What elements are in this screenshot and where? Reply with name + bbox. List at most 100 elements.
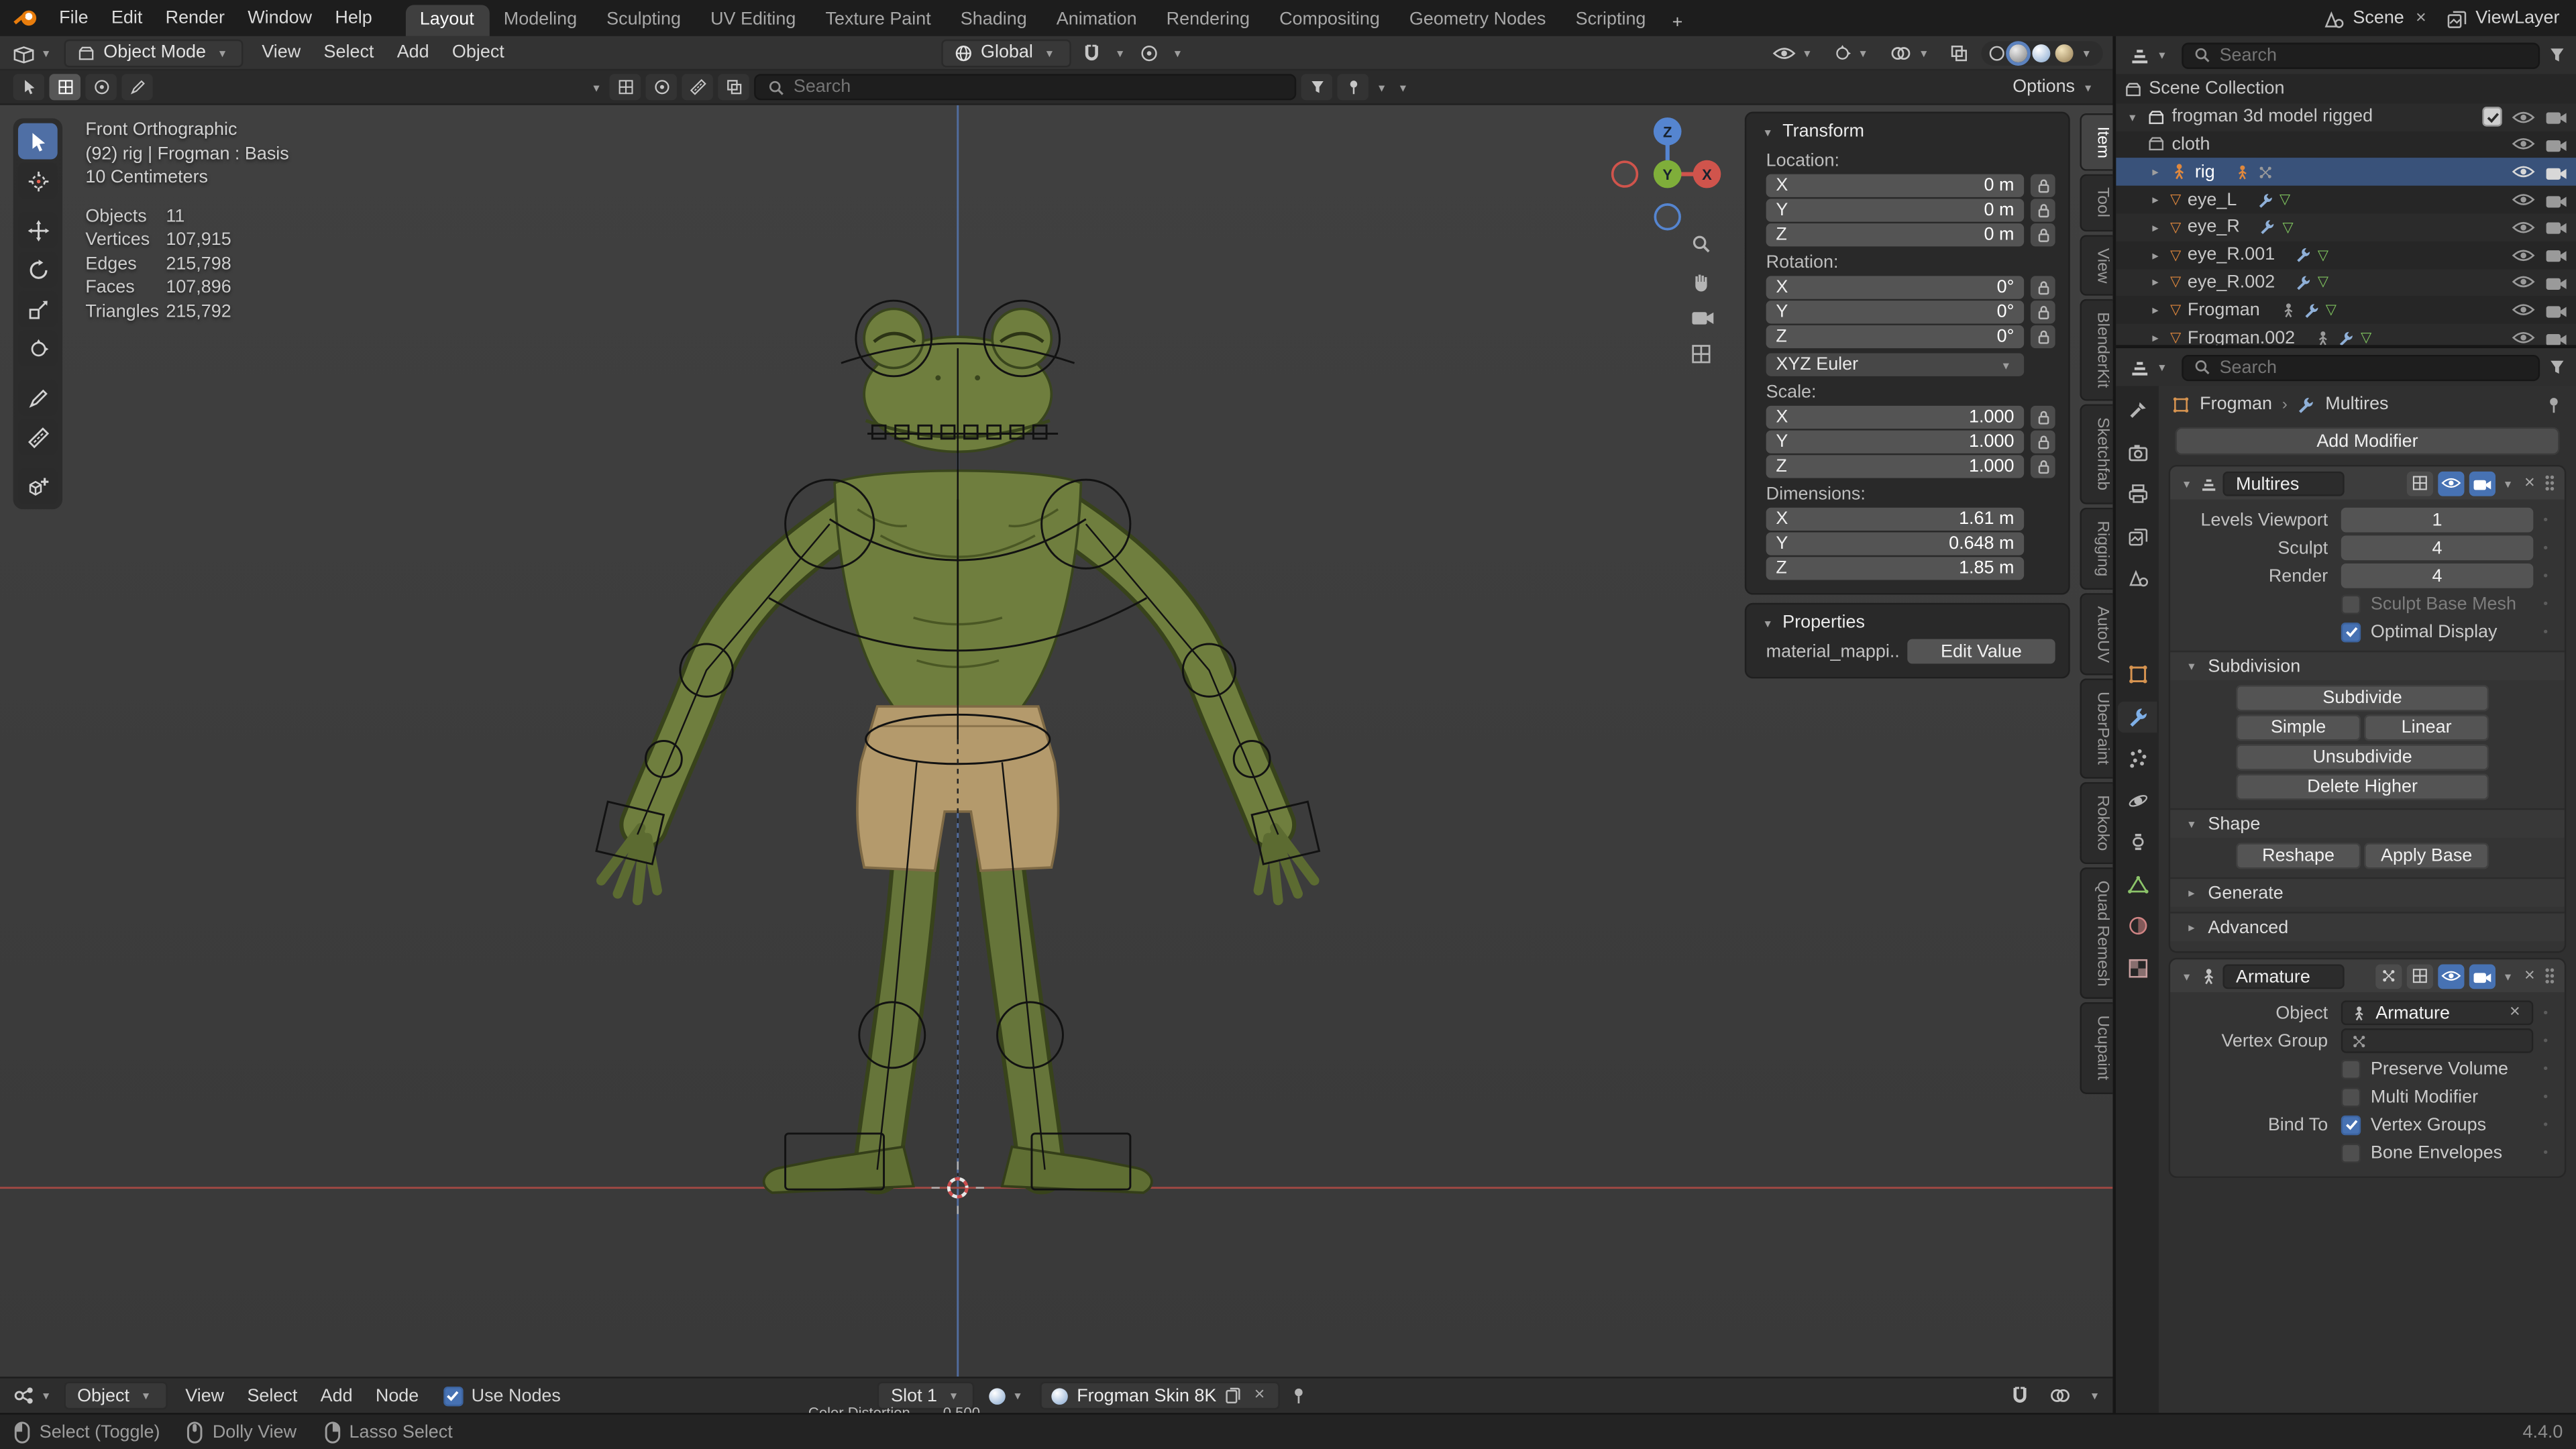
reshape-button[interactable]: Reshape [2236, 843, 2361, 869]
tool-option-4[interactable] [718, 74, 749, 101]
modifier-name-field[interactable]: Armature [2222, 963, 2345, 989]
menu-file[interactable]: File [48, 5, 100, 31]
outliner-row-eye-l[interactable]: ▸ ▽ eye_L ▽ [2116, 186, 2576, 213]
menu-select[interactable]: Select [235, 1383, 309, 1409]
rotation-x-field[interactable]: X 0° [1766, 276, 2025, 299]
camera-view-icon[interactable] [1690, 309, 1715, 327]
workspace-tab-geometry-nodes[interactable]: Geometry Nodes [1395, 5, 1561, 36]
hide-icon[interactable] [2512, 220, 2534, 235]
tool-option-2[interactable] [645, 74, 677, 101]
remove-modifier-icon[interactable]: × [2521, 966, 2538, 985]
lock-icon[interactable] [2030, 174, 2055, 197]
navigation-gizmo[interactable]: Z X Y [1602, 109, 1733, 240]
workspace-tab-modeling[interactable]: Modeling [489, 5, 592, 36]
use-nodes-checkbox[interactable]: Use Nodes [437, 1385, 568, 1406]
add-modifier-button[interactable]: Add Modifier [2175, 427, 2560, 455]
shading-wireframe-button[interactable] [1989, 45, 2004, 60]
render-toggle[interactable] [2468, 963, 2495, 989]
preserve-volume-checkbox[interactable] [2341, 1059, 2361, 1079]
shading-menu[interactable]: ▾ [2078, 45, 2094, 60]
workspace-tab-texture-paint[interactable]: Texture Paint [810, 5, 945, 36]
outliner-row-collection[interactable]: ▾ frogman 3d model rigged [2116, 103, 2576, 131]
xray-toggle[interactable] [1945, 42, 1974, 63]
drag-handle-icon[interactable] [2543, 966, 2557, 985]
optimal-display-checkbox[interactable] [2341, 621, 2361, 642]
location-x-field[interactable]: X0 m [1766, 174, 2025, 197]
apply-base-button[interactable]: Apply Base [2364, 843, 2489, 869]
lock-icon[interactable] [2030, 276, 2055, 299]
edit-mode-toggle[interactable] [2406, 963, 2432, 989]
shading-solid-button[interactable] [2006, 40, 2031, 65]
snap-toggle[interactable] [1077, 42, 1106, 63]
collapse-icon[interactable]: ▾ [2178, 969, 2194, 983]
bone-envelopes-checkbox[interactable] [2341, 1142, 2361, 1163]
extra-menu-2[interactable]: ▾ [1395, 80, 1411, 95]
workspace-tab-uv-editing[interactable]: UV Editing [696, 5, 810, 36]
properties-tab-modifiers[interactable] [2117, 700, 2157, 733]
select-mode-circle[interactable] [85, 74, 117, 101]
delete-higher-button[interactable]: Delete Higher [2236, 773, 2489, 800]
workspace-tab-scripting[interactable]: Scripting [1561, 5, 1661, 36]
zoom-icon[interactable] [1690, 233, 1712, 255]
pan-hand-icon[interactable] [1690, 271, 1712, 292]
location-y-field[interactable]: Y0 m [1766, 199, 2025, 222]
scene-selector[interactable]: Scene × [2323, 7, 2429, 29]
search-input[interactable] [793, 77, 1283, 97]
rotation-mode-dropdown[interactable]: XYZ Euler ▾ [1766, 353, 2025, 376]
render-visibility-icon[interactable] [2544, 302, 2567, 318]
toggle-ortho-icon[interactable] [1690, 343, 1712, 365]
sculpt-levels-field[interactable]: 4 [2341, 535, 2534, 561]
collapse-icon[interactable]: ▾ [1760, 615, 1776, 630]
lock-icon[interactable] [2030, 455, 2055, 478]
realtime-toggle[interactable] [2437, 963, 2464, 989]
properties-tab-material[interactable] [2118, 910, 2157, 942]
scale-y-field[interactable]: Y 1.000 [1766, 430, 2025, 453]
workspace-tab-layout[interactable]: Layout [405, 5, 489, 36]
render-visibility-icon[interactable] [2544, 164, 2567, 180]
menu-view[interactable]: View [174, 1383, 235, 1409]
unlink-material-icon[interactable]: × [1251, 1386, 1269, 1405]
filter-button[interactable] [1301, 74, 1333, 101]
tool-scale[interactable] [17, 290, 58, 327]
render-visibility-icon[interactable] [2544, 136, 2567, 152]
outliner-row-rig[interactable]: ▸ rig [2116, 158, 2576, 186]
workspace-tab-animation[interactable]: Animation [1042, 5, 1152, 36]
select-mode-lasso[interactable] [121, 74, 153, 101]
outliner-row-eye-r-002[interactable]: ▸ ▽ eye_R.002 ▽ [2116, 269, 2576, 297]
remove-modifier-icon[interactable]: × [2521, 473, 2538, 492]
edit-mode-toggle[interactable] [2406, 470, 2432, 496]
outliner-row-scene-collection[interactable]: Scene Collection [2116, 76, 2576, 103]
multi-modifier-checkbox[interactable] [2341, 1087, 2361, 1107]
rotation-z-field[interactable]: Z 0° [1766, 325, 2025, 349]
subdivide-simple-button[interactable]: Simple [2236, 714, 2361, 741]
sidebar-tab-view[interactable]: View [2080, 234, 2113, 297]
blender-logo-icon[interactable] [10, 5, 43, 31]
render-toggle[interactable] [2468, 470, 2495, 496]
tool-measure[interactable] [17, 419, 58, 455]
proportional-editing-toggle[interactable] [1135, 42, 1163, 63]
tool-select-box[interactable] [17, 123, 58, 160]
properties-tab-object[interactable] [2118, 659, 2157, 690]
tool-option-3[interactable] [682, 74, 713, 101]
render-visibility-icon[interactable] [2544, 109, 2567, 125]
proportional-menu[interactable]: ▾ [1169, 45, 1185, 60]
tool-header-menu[interactable]: ▾ [588, 80, 604, 95]
pin-icon[interactable] [2544, 395, 2563, 413]
workspace-tab-rendering[interactable]: Rendering [1152, 5, 1265, 36]
browse-material-button[interactable]: ▾ [985, 1386, 1031, 1405]
menu-window[interactable]: Window [236, 5, 323, 31]
menu-edit[interactable]: Edit [100, 5, 154, 31]
properties-tab-texture[interactable] [2118, 952, 2157, 983]
snap-menu[interactable]: ▾ [1112, 45, 1128, 60]
outliner-row-frogman-002[interactable]: ▸ ▽ Frogman.002 ▽ [2116, 324, 2576, 345]
mode-dropdown[interactable]: Object Mode ▾ [64, 38, 244, 67]
lock-icon[interactable] [2030, 223, 2055, 247]
editor-type-button[interactable]: ▾ [2126, 356, 2174, 378]
vertex-group-influence-toggle[interactable] [2375, 963, 2402, 989]
sidebar-tab-item[interactable]: Item [2080, 113, 2113, 172]
menu-add[interactable]: Add [309, 1383, 364, 1409]
shader-type-dropdown[interactable]: Object ▾ [64, 1381, 168, 1410]
render-visibility-icon[interactable] [2544, 247, 2567, 263]
extra-menu-1[interactable]: ▾ [1373, 80, 1389, 95]
gizmos-toggle[interactable]: ▾ [1829, 42, 1876, 63]
